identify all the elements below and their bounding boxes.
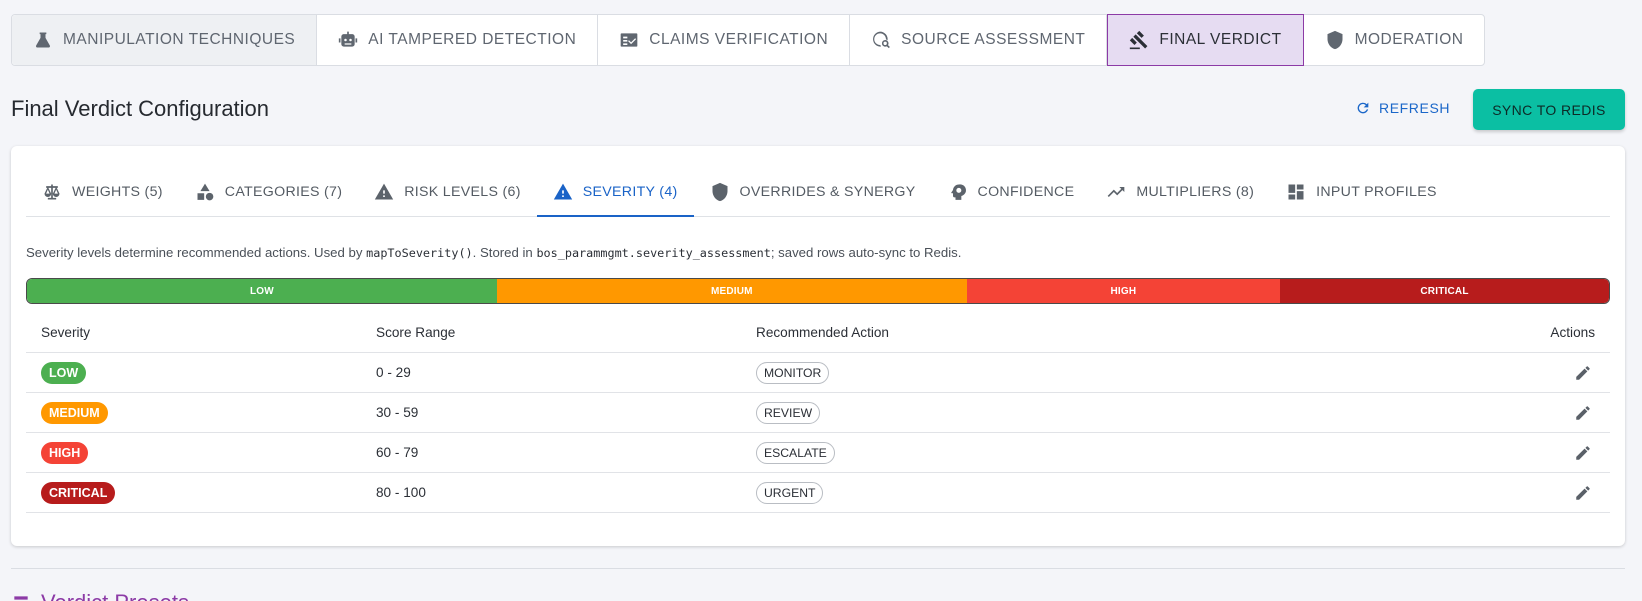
flask-icon bbox=[35, 32, 51, 48]
subtab-categories[interactable]: CATEGORIES (7) bbox=[179, 168, 358, 216]
action-chip: MONITOR bbox=[756, 361, 830, 384]
table-row: HIGH 60 - 79 ESCALATE bbox=[26, 433, 1610, 473]
table-header-row: Severity Score Range Recommended Action … bbox=[26, 313, 1610, 353]
severity-badge: MEDIUM bbox=[41, 401, 108, 424]
subtab-weights[interactable]: WEIGHTS (5) bbox=[26, 168, 179, 216]
tab-final-verdict[interactable]: FINAL VERDICT bbox=[1107, 14, 1304, 66]
severity-segment-low: LOW bbox=[27, 279, 497, 303]
score-range: 0 - 29 bbox=[376, 365, 411, 380]
subtab-risk-levels[interactable]: RISK LEVELS (6) bbox=[358, 168, 536, 216]
tab-ai-tampered-detection[interactable]: AI TAMPERED DETECTION bbox=[317, 15, 599, 65]
subtab-label: CONFIDENCE bbox=[977, 184, 1075, 200]
tab-label: SOURCE ASSESSMENT bbox=[901, 31, 1086, 48]
table-row: CRITICAL 80 - 100 URGENT bbox=[26, 473, 1610, 513]
config-card: WEIGHTS (5) CATEGORIES (7) RISK LEVELS (… bbox=[11, 146, 1625, 546]
gavel-icon bbox=[1130, 30, 1148, 50]
psychology-icon bbox=[950, 184, 966, 200]
table-row: LOW 0 - 29 MONITOR bbox=[26, 353, 1610, 393]
subtab-label: MULTIPLIERS (8) bbox=[1136, 184, 1255, 200]
table-name: bos_parammgmt.severity_assessment bbox=[536, 246, 771, 260]
verdict-presets-heading: Verdict Presets bbox=[11, 590, 189, 601]
severity-description: Severity levels determine recommended ac… bbox=[26, 245, 962, 260]
edit-icon[interactable] bbox=[1574, 404, 1592, 422]
subtab-label: RISK LEVELS (6) bbox=[404, 184, 521, 200]
severity-segment-critical: CRITICAL bbox=[1280, 279, 1609, 303]
action-chip: REVIEW bbox=[756, 401, 821, 424]
section-title: Verdict Presets bbox=[41, 590, 189, 601]
severity-table: Severity Score Range Recommended Action … bbox=[26, 313, 1610, 513]
category-icon bbox=[197, 183, 214, 201]
dashboard-icon bbox=[1288, 184, 1304, 200]
header-actions: Actions bbox=[1550, 325, 1595, 340]
severity-badge: CRITICAL bbox=[41, 481, 116, 504]
trending-up-icon bbox=[1108, 187, 1125, 197]
header-severity: Severity bbox=[41, 325, 91, 340]
tab-claims-verification[interactable]: CLAIMS VERIFICATION bbox=[598, 15, 851, 65]
score-range: 60 - 79 bbox=[376, 445, 419, 460]
top-tab-bar: MANIPULATION TECHNIQUES AI TAMPERED DETE… bbox=[11, 14, 1486, 66]
severity-badge: HIGH bbox=[41, 441, 89, 464]
robot-icon bbox=[339, 31, 358, 47]
severity-segment-high: HIGH bbox=[966, 279, 1281, 303]
tab-label: CLAIMS VERIFICATION bbox=[649, 31, 829, 48]
shield-icon bbox=[712, 182, 728, 202]
subtab-overrides-synergy[interactable]: OVERRIDES & SYNERGY bbox=[694, 168, 932, 216]
subtab-label: CATEGORIES (7) bbox=[224, 184, 343, 200]
tab-source-assessment[interactable]: SOURCE ASSESSMENT bbox=[850, 15, 1108, 65]
tab-label: AI TAMPERED DETECTION bbox=[368, 31, 577, 48]
table-row: MEDIUM 30 - 59 REVIEW bbox=[26, 393, 1610, 433]
shield-icon bbox=[1327, 30, 1343, 50]
tab-label: MODERATION bbox=[1354, 31, 1464, 48]
page-title: Final Verdict Configuration bbox=[11, 96, 270, 121]
tab-manipulation-techniques[interactable]: MANIPULATION TECHNIQUES bbox=[12, 15, 318, 65]
subtab-label: INPUT PROFILES bbox=[1316, 184, 1437, 200]
severity-segment-medium: MEDIUM bbox=[496, 279, 967, 303]
action-chip: ESCALATE bbox=[756, 441, 835, 464]
edit-icon[interactable] bbox=[1574, 364, 1592, 382]
refresh-button[interactable]: REFRESH bbox=[1355, 100, 1450, 116]
action-chip: URGENT bbox=[756, 481, 824, 504]
subtab-multipliers[interactable]: MULTIPLIERS (8) bbox=[1090, 168, 1270, 216]
warning-icon bbox=[375, 183, 394, 200]
score-range: 80 - 100 bbox=[376, 485, 426, 500]
edit-icon[interactable] bbox=[1574, 484, 1592, 502]
subtab-label: WEIGHTS (5) bbox=[72, 184, 163, 200]
tab-label: FINAL VERDICT bbox=[1159, 31, 1282, 48]
edit-icon[interactable] bbox=[1574, 444, 1592, 462]
severity-range-bar: LOW MEDIUM HIGH CRITICAL bbox=[26, 278, 1610, 304]
header-recommended-action: Recommended Action bbox=[756, 325, 889, 340]
subtab-confidence[interactable]: CONFIDENCE bbox=[932, 168, 1091, 216]
subtab-label: OVERRIDES & SYNERGY bbox=[739, 184, 916, 200]
subtab-input-profiles[interactable]: INPUT PROFILES bbox=[1270, 168, 1453, 216]
tab-moderation[interactable]: MODERATION bbox=[1304, 15, 1485, 65]
fact-check-icon bbox=[620, 33, 638, 47]
sync-to-redis-button[interactable]: SYNC TO REDIS bbox=[1473, 89, 1625, 130]
score-range: 30 - 59 bbox=[376, 405, 419, 420]
tab-label: MANIPULATION TECHNIQUES bbox=[63, 31, 296, 48]
section-divider bbox=[11, 568, 1625, 569]
refresh-label: REFRESH bbox=[1379, 100, 1451, 116]
travel-explore-icon bbox=[873, 31, 891, 49]
severity-badge: LOW bbox=[41, 361, 87, 384]
subtab-severity[interactable]: SEVERITY (4) bbox=[536, 168, 694, 217]
refresh-icon bbox=[1357, 102, 1369, 114]
subtab-label: SEVERITY (4) bbox=[582, 183, 678, 200]
function-name: mapToSeverity() bbox=[366, 246, 473, 260]
sub-tab-bar: WEIGHTS (5) CATEGORIES (7) RISK LEVELS (… bbox=[26, 168, 1610, 217]
scale-icon bbox=[44, 184, 60, 200]
header-score-range: Score Range bbox=[376, 325, 456, 340]
warning-icon bbox=[553, 183, 572, 199]
presets-icon bbox=[14, 596, 28, 600]
